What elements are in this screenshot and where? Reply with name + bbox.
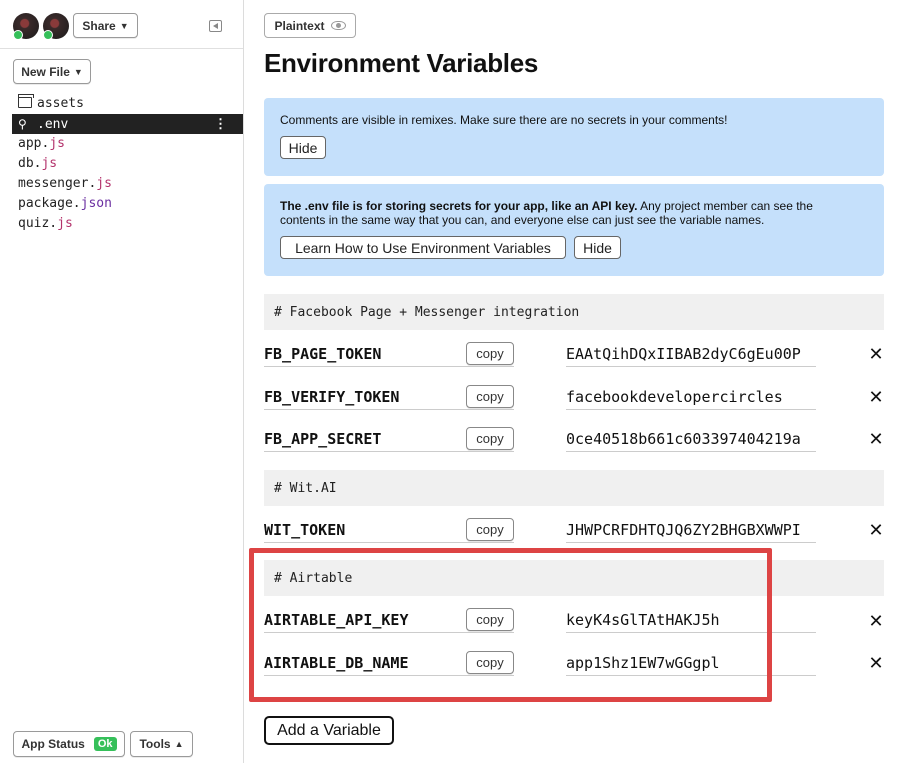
variable-value[interactable]: facebookdevelopercircles	[566, 384, 816, 410]
more-options-icon[interactable]: ⋮	[214, 114, 227, 134]
status-badge: Ok	[93, 737, 117, 751]
folder-icon	[17, 94, 34, 108]
copy-button[interactable]: copy	[466, 342, 514, 365]
notice-text: Comments are visible in remixes. Make su…	[280, 113, 728, 127]
file-item-assets[interactable]: assets	[12, 94, 243, 114]
share-button[interactable]: Share ▼	[73, 13, 138, 38]
chevron-down-icon: ▼	[73, 66, 83, 77]
file-ext: js	[49, 136, 65, 151]
file-ext: json	[80, 196, 112, 211]
copy-button[interactable]: copy	[466, 385, 514, 408]
share-button-label: Share	[82, 18, 116, 33]
chevron-down-icon: ▼	[119, 20, 129, 31]
file-tree: assets ⚲ .env ⋮ app.js db.js messenger.js…	[12, 94, 243, 234]
file-item-quiz-js[interactable]: quiz.js	[12, 214, 243, 234]
env-editor: Plaintext Environment Variables Comments…	[244, 0, 921, 763]
env-comment[interactable]: # Airtable	[264, 560, 884, 596]
copy-button[interactable]: copy	[466, 651, 514, 674]
file-ext: js	[96, 176, 112, 191]
new-file-button[interactable]: New File ▼	[13, 59, 91, 84]
file-item-package-json[interactable]: package.json	[12, 194, 243, 214]
file-ext: js	[41, 156, 58, 171]
app-status-button[interactable]: App Status Ok	[13, 731, 125, 757]
online-indicator	[13, 30, 23, 40]
variable-value[interactable]: JHWPCRFDHTQJQ6ZY2BHGBXWWPI	[566, 517, 816, 543]
new-file-label: New File	[21, 64, 70, 79]
copy-button[interactable]: copy	[466, 427, 514, 450]
file-name: .env	[37, 117, 69, 132]
hide-button[interactable]: Hide	[574, 236, 621, 259]
collapse-sidebar-icon[interactable]	[209, 20, 222, 32]
chevron-up-icon: ▲	[174, 739, 184, 749]
delete-variable-icon[interactable]: ✕	[868, 611, 884, 632]
variable-value[interactable]: app1Shz1EW7wGGgpl	[566, 650, 816, 676]
delete-variable-icon[interactable]: ✕	[868, 653, 884, 674]
notice-text-bold: The .env file is for storing secrets for…	[280, 199, 638, 213]
copy-button[interactable]: copy	[466, 608, 514, 631]
sidebar-header: Share ▼	[0, 0, 243, 49]
env-comment[interactable]: # Wit.AI	[264, 470, 884, 506]
avatar[interactable]	[13, 13, 39, 40]
file-item-db-js[interactable]: db.js	[12, 154, 243, 174]
learn-env-vars-button[interactable]: Learn How to Use Environment Variables	[280, 236, 566, 259]
file-name: db.	[18, 156, 42, 171]
file-item-app-js[interactable]: app.js	[12, 134, 243, 154]
delete-variable-icon[interactable]: ✕	[868, 429, 884, 450]
env-info-notice: The .env file is for storing secrets for…	[264, 184, 884, 276]
env-comment[interactable]: # Facebook Page + Messenger integration	[264, 294, 884, 330]
file-name: quiz.	[18, 216, 58, 231]
notice-text: The .env file is for storing secrets for…	[280, 199, 850, 227]
file-ext: js	[57, 216, 73, 231]
avatar[interactable]	[43, 13, 69, 40]
comments-notice: Comments are visible in remixes. Make su…	[264, 98, 884, 176]
page-title: Environment Variables	[264, 48, 539, 78]
variable-value[interactable]: keyK4sGlTAtHAKJ5h	[566, 607, 816, 633]
tools-button[interactable]: Tools ▲	[130, 731, 193, 757]
eye-icon	[330, 21, 346, 30]
key-icon: ⚲	[18, 117, 27, 131]
variable-value[interactable]: 0ce40518b661c603397404219a	[566, 426, 816, 452]
add-variable-button[interactable]: Add a Variable	[264, 716, 394, 745]
copy-button[interactable]: copy	[466, 518, 514, 541]
app-status-label: App Status	[21, 737, 85, 751]
file-item-env[interactable]: ⚲ .env ⋮	[12, 114, 243, 134]
plaintext-label: Plaintext	[274, 18, 325, 33]
delete-variable-icon[interactable]: ✕	[868, 387, 884, 408]
plaintext-toggle-button[interactable]: Plaintext	[264, 13, 356, 38]
delete-variable-icon[interactable]: ✕	[868, 520, 884, 541]
sidebar: Share ▼ New File ▼ assets ⚲ .env ⋮ app.js…	[0, 0, 244, 763]
file-name: messenger.	[18, 176, 97, 191]
variable-value[interactable]: EAAtQihDQxIIBAB2dyC6gEu00P	[566, 341, 816, 367]
hide-button[interactable]: Hide	[280, 136, 326, 159]
file-name: package.	[18, 196, 81, 211]
file-name: app.	[18, 136, 50, 151]
file-name: assets	[37, 96, 84, 111]
file-item-messenger-js[interactable]: messenger.js	[12, 174, 243, 194]
tools-label: Tools	[139, 737, 171, 751]
online-indicator	[43, 30, 53, 40]
delete-variable-icon[interactable]: ✕	[868, 344, 884, 365]
